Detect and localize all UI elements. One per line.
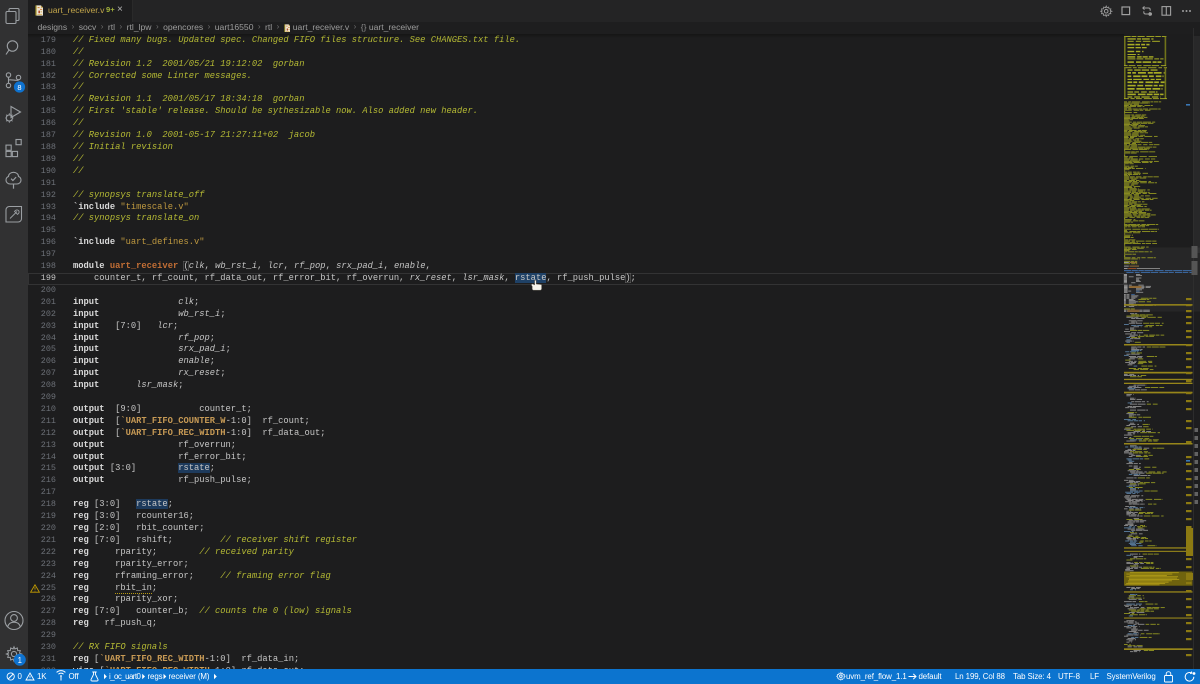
svg-text:8: 8 xyxy=(17,83,21,92)
svg-text:1: 1 xyxy=(18,656,22,665)
